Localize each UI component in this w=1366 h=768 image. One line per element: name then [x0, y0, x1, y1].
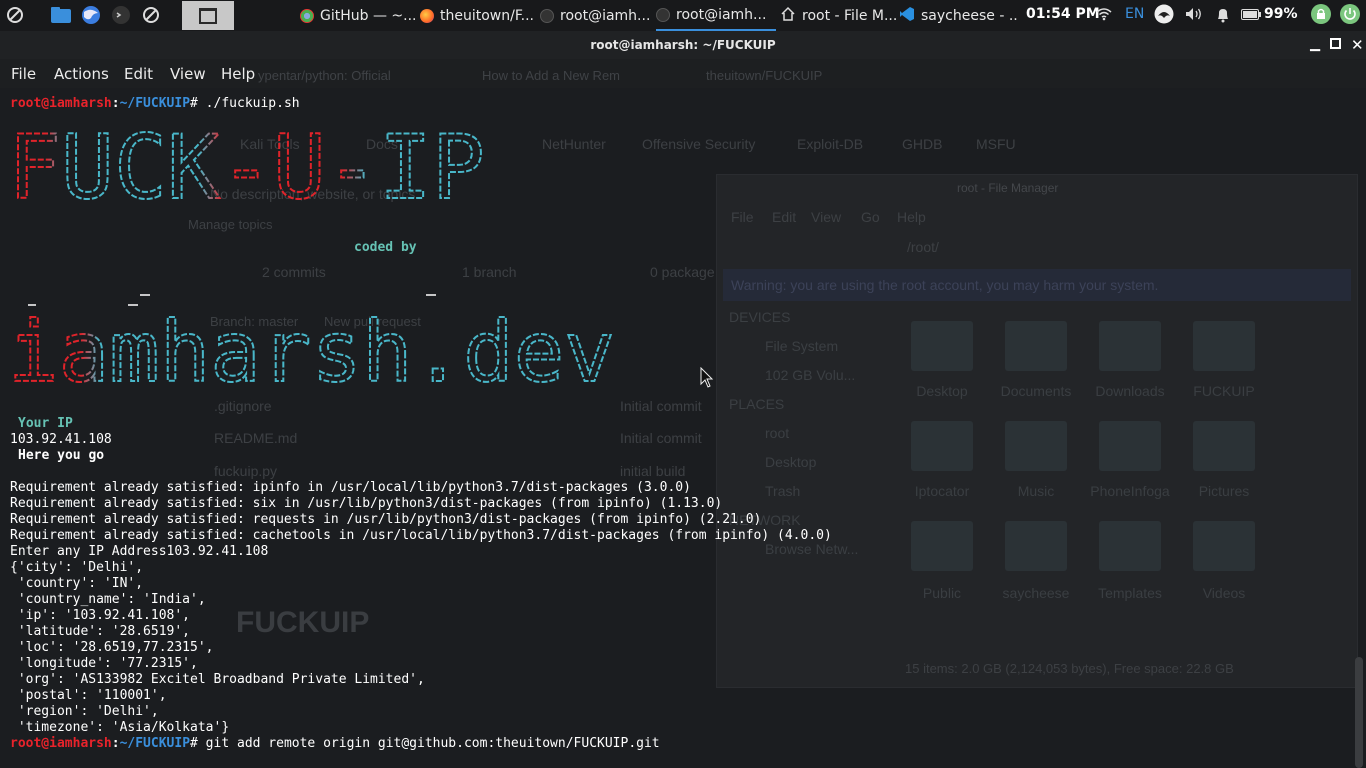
prompt-line-1: root@iamharsh:~/FUCKUIP# ./fuckuip.sh	[10, 96, 300, 112]
output-line: 'postal': '110001',	[10, 688, 167, 703]
output-line: 'country_name': 'India',	[10, 592, 206, 607]
window-titlebar[interactable]: root@iamharsh: ~/FUCKUIP ▁ ✕	[0, 31, 1366, 59]
vpn-lock-icon[interactable]	[1311, 4, 1331, 28]
output-line: 'timezone': 'Asia/Kolkata'}	[10, 720, 230, 735]
ip-value: 103.92.41.108	[10, 432, 112, 447]
output-line: {'city': 'Delhi',	[10, 560, 144, 575]
wifi-icon[interactable]	[1096, 7, 1112, 25]
task-terminal-2[interactable]: root@iamh...	[656, 0, 776, 31]
command-1: # ./fuckuip.sh	[190, 96, 300, 111]
volume-icon[interactable]	[1185, 7, 1203, 25]
menu-edit[interactable]: Edit	[124, 65, 153, 83]
menu-help[interactable]: Help	[221, 65, 255, 83]
minimize-icon[interactable]: ▁	[1310, 37, 1320, 52]
prompt-path: ~/FUCKUIP	[119, 736, 191, 751]
battery-percent: 99%	[1264, 6, 1298, 22]
keyboard-layout[interactable]: EN	[1125, 6, 1144, 22]
menu-actions[interactable]: Actions	[54, 65, 109, 83]
mouse-pointer-icon	[700, 366, 714, 393]
task-firefox[interactable]: theuitown/F...	[420, 0, 538, 31]
power-icon[interactable]	[1340, 4, 1360, 28]
prompt-path: ~/FUCKUIP	[119, 96, 191, 111]
banner-author-text: iamharsh.dev	[8, 303, 615, 385]
task-github[interactable]: GitHub — ~...	[300, 0, 416, 31]
output-line: 'country': 'IN',	[10, 576, 144, 591]
here-you-go: Here you go	[18, 448, 105, 463]
banner-author-art: iamharsh.dev	[8, 294, 616, 385]
output-line: 'ip': '103.92.41.108',	[10, 608, 191, 623]
output-line: 'longitude': '77.2315',	[10, 656, 198, 671]
output-line: 'loc': '28.6519,77.2315',	[10, 640, 214, 655]
output-line: Requirement already satisfied: six in /u…	[10, 496, 723, 511]
chrome-icon	[300, 8, 314, 23]
prompt-user: root@iamharsh	[10, 736, 112, 751]
firefox-icon	[420, 8, 434, 23]
window-title: root@iamharsh: ~/FUCKUIP	[590, 38, 776, 52]
block-icon[interactable]	[4, 3, 26, 27]
battery-icon[interactable]	[1241, 9, 1261, 24]
vscode-icon	[899, 6, 915, 26]
terminal-scrollbar[interactable]	[1355, 657, 1363, 768]
output-line: 'org': 'AS133982 Excitel Broadband Priva…	[10, 672, 425, 687]
task-file-manager[interactable]: root - File M...	[780, 0, 896, 31]
user-avatar-icon[interactable]	[1154, 4, 1174, 28]
task-terminal-1[interactable]: root@iamh...	[540, 0, 652, 31]
workspace-switcher[interactable]	[182, 1, 234, 30]
prompt-colon: :	[111, 96, 120, 111]
files-icon[interactable]	[48, 3, 74, 27]
prompt-colon: :	[111, 736, 120, 751]
terminal-launcher-icon[interactable]	[110, 3, 132, 27]
menu-file[interactable]: File	[11, 65, 36, 83]
output-line: Requirement already satisfied: ipinfo in…	[10, 480, 691, 495]
output-line: 'region': 'Delhi',	[10, 704, 159, 719]
output-line: 'latitude': '28.6519',	[10, 624, 191, 639]
coded-by-label: coded by	[354, 240, 417, 255]
ghost-tab-3: theuitown/FUCKUIP	[706, 68, 823, 83]
terminal-icon	[540, 8, 554, 23]
home-folder-icon	[780, 6, 796, 26]
task-vscode[interactable]: saycheese - ...	[899, 0, 1017, 31]
terminal-area[interactable]: root@iamharsh:~/FUCKUIP# ./fuckuip.sh FU…	[0, 88, 1366, 768]
notification-bell-icon[interactable]	[1216, 7, 1230, 27]
clock[interactable]: 01:54 PM	[1026, 6, 1100, 22]
window-icon	[199, 7, 217, 24]
your-ip-label: Your IP	[18, 416, 73, 431]
terminal-icon	[656, 7, 670, 22]
output-line: Requirement already satisfied: cachetool…	[10, 528, 832, 543]
maximize-icon[interactable]	[1330, 37, 1341, 53]
ghost-tab-2: How to Add a New Rem	[482, 68, 621, 83]
ghost-tab-1: ypentar/python: Official	[258, 68, 391, 83]
output-line: Enter any IP Address103.92.41.108	[10, 544, 269, 559]
banner-title-art: FUCK-U-IP	[8, 118, 486, 214]
top-panel: GitHub — ~... theuitown/F... root@iamh..…	[0, 0, 1366, 31]
close-icon[interactable]: ✕	[1351, 36, 1364, 54]
prompt-user: root@iamharsh	[10, 96, 112, 111]
prompt-line-2: root@iamharsh:~/FUCKUIP# git add remote …	[10, 736, 660, 752]
output-line: Requirement already satisfied: requests …	[10, 512, 762, 527]
menubar: File Actions Edit View Help ypentar/pyth…	[0, 59, 1366, 88]
browser-icon[interactable]	[79, 3, 103, 27]
command-2: # git add remote origin git@github.com:t…	[190, 736, 660, 751]
block-icon-2[interactable]	[140, 3, 162, 27]
banner-title-text: FUCK-U-IP	[8, 118, 485, 214]
menu-view[interactable]: View	[170, 65, 206, 83]
